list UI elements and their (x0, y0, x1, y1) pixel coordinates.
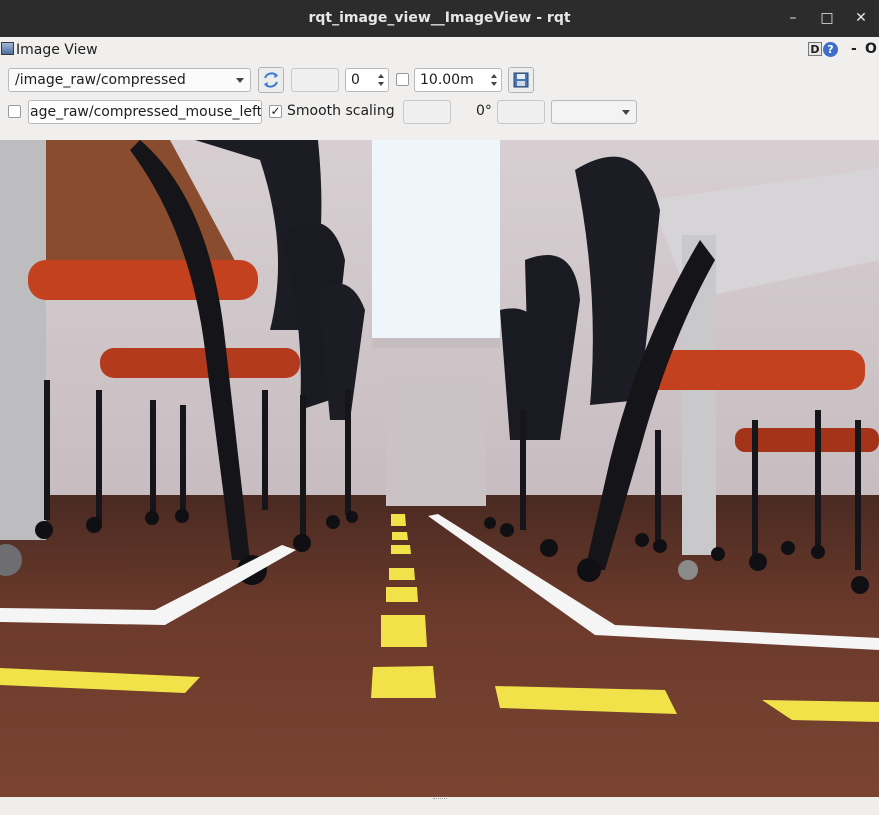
save-image-button[interactable] (508, 67, 534, 93)
zoom-field[interactable] (291, 68, 339, 92)
minimize-window-button[interactable]: – (782, 8, 804, 28)
camera-image-picture[interactable] (0, 140, 879, 797)
plugin-close-button[interactable]: O (865, 41, 877, 57)
spin-down-icon[interactable] (378, 82, 384, 86)
spin-up-icon[interactable] (378, 74, 384, 78)
spin-field-value: 0 (351, 72, 360, 88)
topic-select[interactable]: /image_raw/compressed (8, 68, 251, 92)
save-icon (513, 72, 529, 88)
chevron-down-icon (236, 78, 244, 83)
dock-button[interactable]: D (808, 42, 822, 56)
spin-field[interactable]: 0 (345, 68, 389, 92)
camera-image[interactable] (0, 140, 879, 797)
mouse-publish-checkbox[interactable] (8, 105, 21, 118)
max-range-field[interactable]: 10.00m (414, 68, 502, 92)
spin-down-icon[interactable] (491, 82, 497, 86)
max-range-value: 10.00m (420, 72, 474, 88)
close-window-button[interactable]: ✕ (850, 8, 872, 28)
resize-grip[interactable] (433, 798, 447, 802)
help-icon[interactable]: ? (823, 42, 838, 57)
smooth-scaling-checkbox[interactable]: ✓ (269, 105, 282, 118)
plugin-minimize-button[interactable]: - (851, 41, 857, 57)
window-title: rqt_image_view__ImageView - rqt (308, 10, 571, 26)
smooth-scaling-label: Smooth scaling (287, 103, 395, 119)
rotate-left-button[interactable] (403, 100, 451, 124)
mouse-topic-value: age_raw/compressed_mouse_left (30, 104, 262, 120)
maximize-window-button[interactable]: □ (816, 8, 838, 28)
mouse-topic-field[interactable]: age_raw/compressed_mouse_left (28, 100, 262, 124)
topic-select-value: /image_raw/compressed (15, 72, 186, 88)
plugin-title: Image View (16, 42, 98, 58)
color-scheme-select[interactable] (551, 100, 637, 124)
rotation-label: 0° (476, 103, 492, 119)
max-range-checkbox[interactable] (396, 73, 409, 86)
spin-up-icon[interactable] (491, 74, 497, 78)
chevron-down-icon (622, 110, 630, 115)
refresh-icon (264, 72, 278, 88)
refresh-topics-button[interactable] (258, 67, 284, 93)
rotate-right-button[interactable] (497, 100, 545, 124)
window-titlebar: rqt_image_view__ImageView - rqt – □ ✕ (0, 0, 879, 37)
image-view-icon (1, 42, 14, 55)
